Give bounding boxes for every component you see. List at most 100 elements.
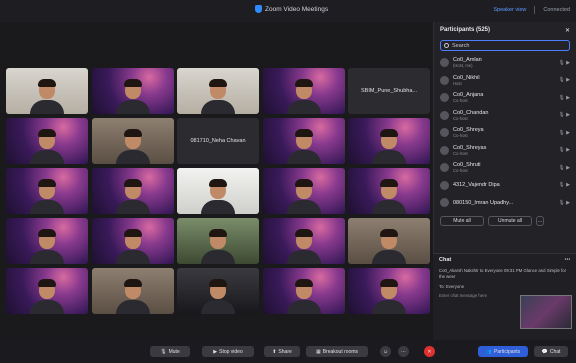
speaker-view-button[interactable]: Speaker view [493, 7, 526, 13]
video-tile[interactable] [262, 168, 345, 214]
reactions-button[interactable]: ☺ [380, 346, 391, 357]
video-tile[interactable] [348, 268, 430, 314]
video-tile[interactable] [91, 168, 174, 214]
participant-video [286, 229, 321, 264]
window-title: Zoom Video Meetings [255, 5, 328, 13]
participant-role: Co-host [453, 98, 468, 104]
mic-camera-icons: 🎙 ▶ [558, 182, 570, 189]
chat-options-icon[interactable]: ⋯ [565, 257, 571, 263]
stop-video-button[interactable]: ▶ Stop video [202, 346, 254, 357]
search-icon [444, 43, 449, 48]
participant-video [115, 279, 150, 314]
participant-video [30, 79, 64, 114]
video-tile[interactable] [177, 68, 259, 114]
participant-row[interactable]: Co0_Shreyas Co-host 🎙 ▶ [434, 142, 576, 160]
participant-role: (Host, me) [453, 63, 473, 69]
mic-camera-icons: 🎙 ▶ [558, 129, 570, 136]
mute-all-button[interactable]: Mute all [440, 215, 484, 226]
video-tile[interactable] [91, 68, 174, 114]
avatar [440, 110, 449, 120]
video-tile[interactable] [6, 218, 88, 264]
participant-video [30, 229, 64, 264]
participant-row[interactable]: Co0_Chandan Co-host 🎙 ▶ [434, 107, 576, 125]
unmute-all-button[interactable]: Unmute all [488, 215, 532, 226]
avatar [440, 93, 449, 103]
participant-row[interactable]: Co0_Amlan (Host, me) 🎙 ▶ [434, 54, 576, 72]
avatar [440, 163, 449, 173]
video-tile[interactable] [91, 268, 174, 314]
avatar [440, 145, 449, 155]
video-tile[interactable] [262, 268, 345, 314]
participant-row[interactable]: 080150_Imran Upadhy... 🎙 ▶ [434, 194, 576, 212]
video-tile[interactable] [6, 118, 88, 164]
chat-header: Chat ⋯ [433, 254, 576, 266]
video-tile[interactable] [177, 218, 259, 264]
mic-camera-icons: 🎙 ▶ [558, 199, 570, 206]
close-icon[interactable]: ✕ [565, 27, 570, 34]
people-icon: 👥 [485, 348, 493, 355]
breakout-rooms-button[interactable]: ▦ Breakout rooms [306, 346, 368, 357]
participant-video [286, 279, 321, 314]
participant-row[interactable]: Co0_Anjana Co-host 🎙 ▶ [434, 89, 576, 107]
participant-role: Co-host [453, 115, 468, 121]
chat-message: Co0_Akarsh Nakshtr to Everyone 09:31 PM … [439, 268, 567, 279]
participant-video [115, 129, 150, 164]
participants-title: Participants (525) [440, 27, 491, 33]
participant-row[interactable]: 4312_Vajendr Dipa 🎙 ▶ [434, 177, 576, 195]
more-button[interactable]: ... [536, 215, 544, 226]
participant-actions: Mute all Unmute all ... [434, 212, 576, 230]
video-tile[interactable] [91, 118, 174, 164]
participant-video [201, 229, 235, 264]
camera-icon: ▶ [213, 348, 218, 355]
mute-button[interactable]: 🎙 Mute [150, 346, 190, 357]
video-tile[interactable] [348, 118, 430, 164]
video-tile[interactable] [6, 68, 88, 114]
video-tile-name-only[interactable]: 081710_Neha Chavan [177, 118, 259, 164]
participant-row[interactable]: Co0_Nikhil Host 🎙 ▶ [434, 72, 576, 90]
shield-icon [255, 5, 262, 13]
video-tile[interactable] [6, 168, 88, 214]
shared-screen-thumbnail[interactable] [520, 295, 572, 329]
participant-video [201, 79, 235, 114]
participant-video [372, 229, 406, 264]
leave-button[interactable]: ✕ [424, 346, 435, 357]
avatar [440, 180, 449, 190]
participant-name: 080150_Imran Upadhy... [453, 199, 514, 206]
participant-row[interactable]: Co0_Shruti Co-host 🎙 ▶ [434, 159, 576, 177]
video-tile[interactable] [262, 218, 345, 264]
participants-header: Participants (525) ✕ [434, 22, 576, 38]
participant-video [286, 79, 321, 114]
video-tile[interactable] [262, 118, 345, 164]
participant-row[interactable]: Co0_Shreya Co-host 🎙 ▶ [434, 124, 576, 142]
divider [534, 6, 536, 14]
connection-status: Connected [543, 7, 570, 13]
video-tile[interactable] [177, 168, 259, 214]
video-tile[interactable] [262, 68, 345, 114]
view-controls: Speaker view Connected [493, 6, 570, 14]
more-options-button[interactable]: ⋯ [398, 346, 409, 357]
participant-video [30, 279, 64, 314]
video-tile-name-only[interactable]: SBIM_Pune_Shubha... [348, 68, 430, 114]
video-tile[interactable] [177, 268, 259, 314]
participant-video [30, 129, 64, 164]
search-value: Search [452, 42, 470, 49]
chat-button[interactable]: 💬 Chat [534, 346, 568, 357]
mic-camera-icons: 🎙 ▶ [558, 164, 570, 171]
chat-title: Chat [439, 257, 452, 263]
participant-video [115, 229, 150, 264]
mic-camera-icons: 🎙 ▶ [558, 77, 570, 84]
participant-role: Co-host [453, 168, 468, 174]
participant-video [201, 179, 235, 214]
video-tile[interactable] [91, 218, 174, 264]
video-tile[interactable] [348, 218, 430, 264]
participant-search-input[interactable]: Search [440, 40, 570, 51]
participant-video [372, 179, 406, 214]
participant-name: 4312_Vajendr Dipa [453, 182, 500, 189]
participants-button[interactable]: 👥 Participants [478, 346, 528, 357]
meeting-toolbar: 🎙 Mute ▶ Stop video ⬆ Share ▦ Breakout rooms… [0, 340, 576, 363]
video-tile[interactable] [348, 168, 430, 214]
mic-camera-icons: 🎙 ▶ [558, 112, 570, 119]
chat-recipient[interactable]: To: Everyone [433, 282, 576, 291]
video-tile[interactable] [6, 268, 88, 314]
share-button[interactable]: ⬆ Share [264, 346, 300, 357]
